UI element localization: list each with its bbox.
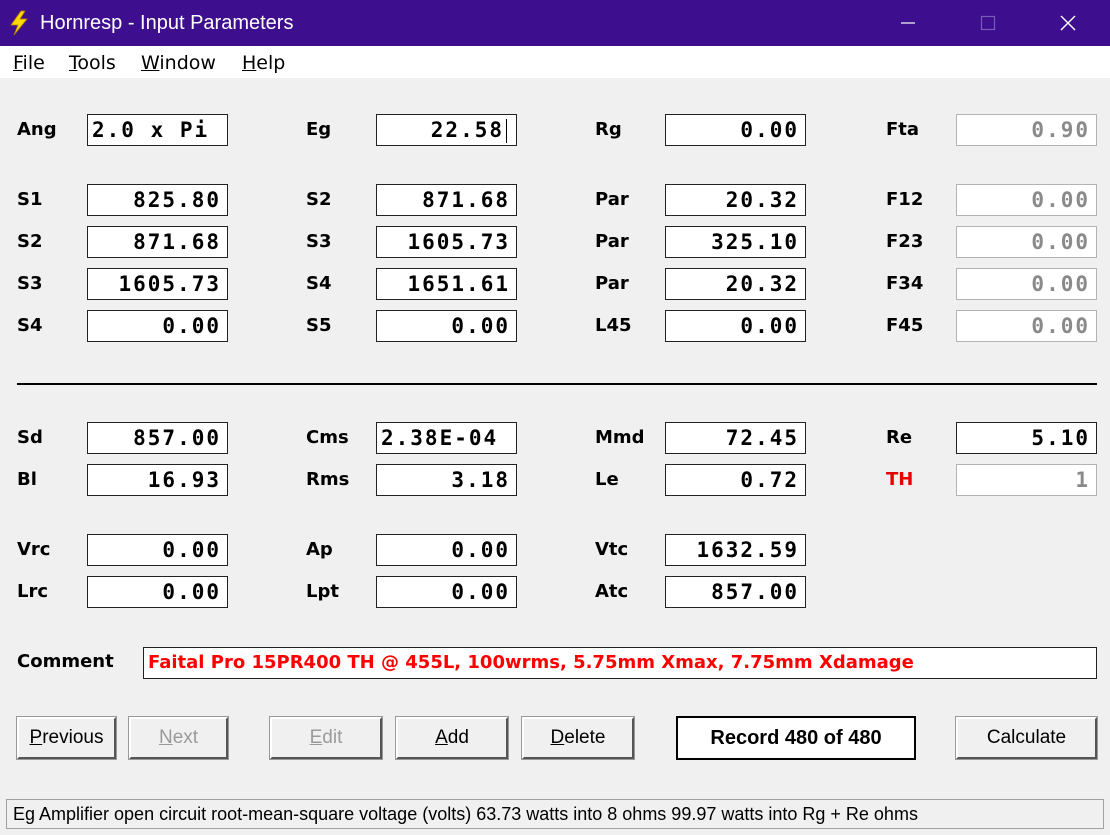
calculate-button[interactable]: Calculate bbox=[955, 716, 1098, 760]
label-lpt: Lpt bbox=[306, 581, 339, 602]
field-th: 1 bbox=[956, 464, 1097, 496]
field-s2[interactable]: 871.68 bbox=[87, 226, 228, 258]
menu-bar: File Tools Window Help bbox=[0, 46, 1110, 78]
label-s3-col2: S3 bbox=[306, 231, 332, 252]
field-lpt[interactable]: 0.00 bbox=[376, 576, 517, 608]
field-f45: 0.00 bbox=[956, 310, 1097, 342]
label-mmd: Mmd bbox=[595, 427, 645, 448]
label-vrc: Vrc bbox=[17, 539, 51, 560]
label-vtc: Vtc bbox=[595, 539, 629, 560]
menu-help[interactable]: Help bbox=[242, 52, 285, 74]
label-f12: F12 bbox=[886, 189, 924, 210]
field-f34: 0.00 bbox=[956, 268, 1097, 300]
label-par-3: Par bbox=[595, 273, 629, 294]
text-caret bbox=[506, 119, 507, 143]
field-s4-col2[interactable]: 1651.61 bbox=[376, 268, 517, 300]
field-bl[interactable]: 16.93 bbox=[87, 464, 228, 496]
label-ang: Ang bbox=[17, 119, 57, 140]
previous-button[interactable]: Previous bbox=[16, 716, 117, 760]
menu-tools[interactable]: Tools bbox=[69, 52, 116, 74]
field-sd[interactable]: 857.00 bbox=[87, 422, 228, 454]
field-par-3[interactable]: 20.32 bbox=[665, 268, 806, 300]
lightning-bolt-icon bbox=[10, 10, 28, 36]
label-cms: Cms bbox=[306, 427, 349, 448]
label-lrc: Lrc bbox=[17, 581, 49, 602]
label-f23: F23 bbox=[886, 231, 924, 252]
field-le[interactable]: 0.72 bbox=[665, 464, 806, 496]
field-lrc[interactable]: 0.00 bbox=[87, 576, 228, 608]
field-atc[interactable]: 857.00 bbox=[665, 576, 806, 608]
label-sd: Sd bbox=[17, 427, 43, 448]
close-button[interactable] bbox=[1028, 0, 1108, 46]
edit-button: Edit bbox=[269, 716, 383, 760]
field-re[interactable]: 5.10 bbox=[956, 422, 1097, 454]
label-atc: Atc bbox=[595, 581, 629, 602]
field-rms[interactable]: 3.18 bbox=[376, 464, 517, 496]
label-comment: Comment bbox=[17, 651, 114, 672]
field-l45[interactable]: 0.00 bbox=[665, 310, 806, 342]
record-indicator: Record 480 of 480 bbox=[676, 716, 916, 760]
title-bar: Hornresp - Input Parameters bbox=[0, 0, 1110, 46]
delete-button[interactable]: Delete bbox=[521, 716, 635, 760]
field-s2-col2[interactable]: 871.68 bbox=[376, 184, 517, 216]
menu-window[interactable]: Window bbox=[141, 52, 216, 74]
field-s1[interactable]: 825.80 bbox=[87, 184, 228, 216]
label-re: Re bbox=[886, 427, 913, 448]
minimize-button[interactable] bbox=[868, 0, 948, 46]
label-s2: S2 bbox=[17, 231, 43, 252]
close-icon bbox=[1060, 15, 1076, 31]
field-ang[interactable]: 2.0 x Pi bbox=[87, 114, 228, 146]
menu-file[interactable]: File bbox=[13, 52, 45, 74]
label-s4-col2: S4 bbox=[306, 273, 332, 294]
field-vtc[interactable]: 1632.59 bbox=[665, 534, 806, 566]
label-rms: Rms bbox=[306, 469, 350, 490]
field-vrc[interactable]: 0.00 bbox=[87, 534, 228, 566]
field-s3[interactable]: 1605.73 bbox=[87, 268, 228, 300]
label-s2-col2: S2 bbox=[306, 189, 332, 210]
field-par-2[interactable]: 325.10 bbox=[665, 226, 806, 258]
maximize-button bbox=[948, 0, 1028, 46]
field-s4[interactable]: 0.00 bbox=[87, 310, 228, 342]
label-s3: S3 bbox=[17, 273, 43, 294]
label-s4: S4 bbox=[17, 315, 43, 336]
field-ap[interactable]: 0.00 bbox=[376, 534, 517, 566]
label-rg: Rg bbox=[595, 119, 622, 140]
label-f34: F34 bbox=[886, 273, 924, 294]
field-s5[interactable]: 0.00 bbox=[376, 310, 517, 342]
field-s3-col2[interactable]: 1605.73 bbox=[376, 226, 517, 258]
label-ap: Ap bbox=[306, 539, 333, 560]
comment-field[interactable]: Faital Pro 15PR400 TH @ 455L, 100wrms, 5… bbox=[143, 647, 1097, 679]
label-eg: Eg bbox=[306, 119, 332, 140]
field-cms[interactable]: 2.38E-04 bbox=[376, 422, 517, 454]
field-fta: 0.90 bbox=[956, 114, 1097, 146]
label-th[interactable]: TH bbox=[886, 469, 913, 490]
add-button[interactable]: Add bbox=[395, 716, 509, 760]
next-button: Next bbox=[128, 716, 229, 760]
field-f12: 0.00 bbox=[956, 184, 1097, 216]
field-mmd[interactable]: 72.45 bbox=[665, 422, 806, 454]
label-le: Le bbox=[595, 469, 619, 490]
label-par-2: Par bbox=[595, 231, 629, 252]
section-divider bbox=[17, 383, 1097, 385]
label-l45: L45 bbox=[595, 315, 632, 336]
field-eg[interactable]: 22.58 bbox=[376, 114, 517, 146]
label-fta: Fta bbox=[886, 119, 920, 140]
label-s1: S1 bbox=[17, 189, 43, 210]
minimize-icon bbox=[901, 22, 915, 24]
label-s5: S5 bbox=[306, 315, 332, 336]
label-f45: F45 bbox=[886, 315, 924, 336]
field-f23: 0.00 bbox=[956, 226, 1097, 258]
maximize-icon bbox=[980, 15, 996, 31]
field-rg[interactable]: 0.00 bbox=[665, 114, 806, 146]
field-par-1[interactable]: 20.32 bbox=[665, 184, 806, 216]
label-par-1: Par bbox=[595, 189, 629, 210]
window-title: Hornresp - Input Parameters bbox=[40, 12, 294, 34]
status-bar: Eg Amplifier open circuit root-mean-squa… bbox=[6, 799, 1104, 829]
label-bl: Bl bbox=[17, 469, 37, 490]
